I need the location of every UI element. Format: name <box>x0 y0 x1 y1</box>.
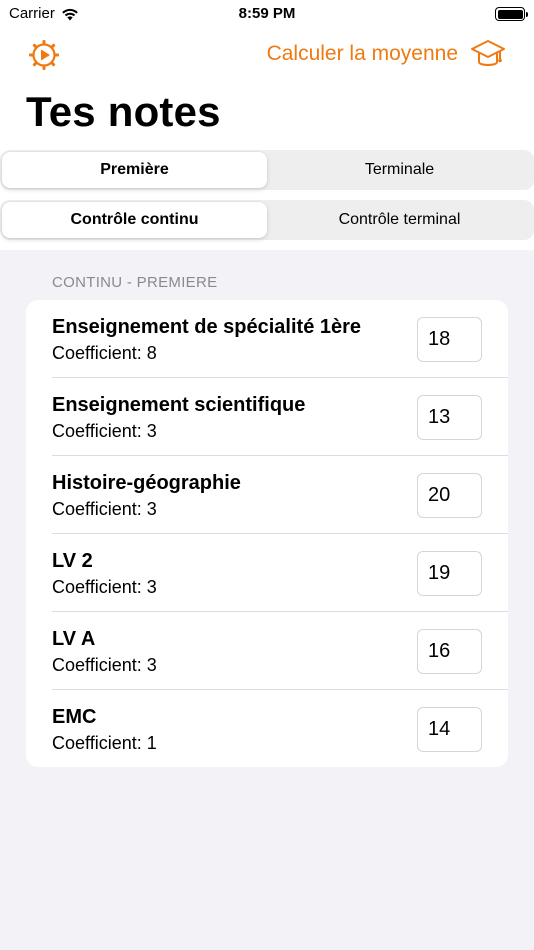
subject-name: Histoire-géographie <box>52 472 241 494</box>
subject-coefficient: Coefficient: 3 <box>52 577 157 597</box>
subject-coefficient: Coefficient: 3 <box>52 655 157 675</box>
segment-premiere[interactable]: Première <box>2 152 267 188</box>
status-time: 8:59 PM <box>238 5 296 22</box>
segment-terminale[interactable]: Terminale <box>267 152 532 188</box>
grade-field[interactable] <box>417 473 482 518</box>
subject-name: EMC <box>52 706 97 728</box>
battery-icon <box>495 7 528 21</box>
segment-controle-continu[interactable]: Contrôle continu <box>2 202 267 238</box>
grade-field[interactable] <box>417 629 482 674</box>
graduation-cap-icon <box>471 40 505 66</box>
subject-name: LV A <box>52 628 96 650</box>
grade-field[interactable] <box>417 551 482 596</box>
header-area: Carrier 8:59 PM Calculer la moyenne Tes … <box>0 0 534 250</box>
subject-coefficient: Coefficient: 1 <box>52 733 157 753</box>
mode-segmented-control: Contrôle continu Contrôle terminal <box>0 200 534 240</box>
subject-coefficient: Coefficient: 3 <box>52 499 157 519</box>
list-item: Enseignement de spécialité 1ère Coeffici… <box>26 300 508 378</box>
year-segmented-control: Première Terminale <box>0 150 534 190</box>
grade-field[interactable] <box>417 707 482 752</box>
grade-field[interactable] <box>417 317 482 362</box>
subject-name: LV 2 <box>52 550 93 572</box>
list-item: LV A Coefficient: 3 <box>26 612 508 690</box>
list-item: LV 2 Coefficient: 3 <box>26 534 508 612</box>
grades-list: Enseignement de spécialité 1ère Coeffici… <box>26 300 508 767</box>
subject-coefficient: Coefficient: 3 <box>52 421 157 441</box>
status-bar: Carrier 8:59 PM <box>0 0 534 28</box>
grade-field[interactable] <box>417 395 482 440</box>
list-item: EMC Coefficient: 1 <box>26 690 508 767</box>
subject-name: Enseignement de spécialité 1ère <box>52 316 362 338</box>
segment-controle-terminal[interactable]: Contrôle terminal <box>267 202 532 238</box>
subject-name: Enseignement scientifique <box>52 394 306 416</box>
calculate-average-label: Calculer la moyenne <box>266 42 458 65</box>
gear-icon[interactable] <box>27 38 61 72</box>
list-item: Enseignement scientifique Coefficient: 3 <box>26 378 508 456</box>
calculate-average-button[interactable]: Calculer la moyenne <box>267 36 506 72</box>
page-title: Tes notes <box>26 88 221 135</box>
section-header: CONTINU - PREMIERE <box>52 274 218 291</box>
subject-coefficient: Coefficient: 8 <box>52 343 157 363</box>
list-item: Histoire-géographie Coefficient: 3 <box>26 456 508 534</box>
